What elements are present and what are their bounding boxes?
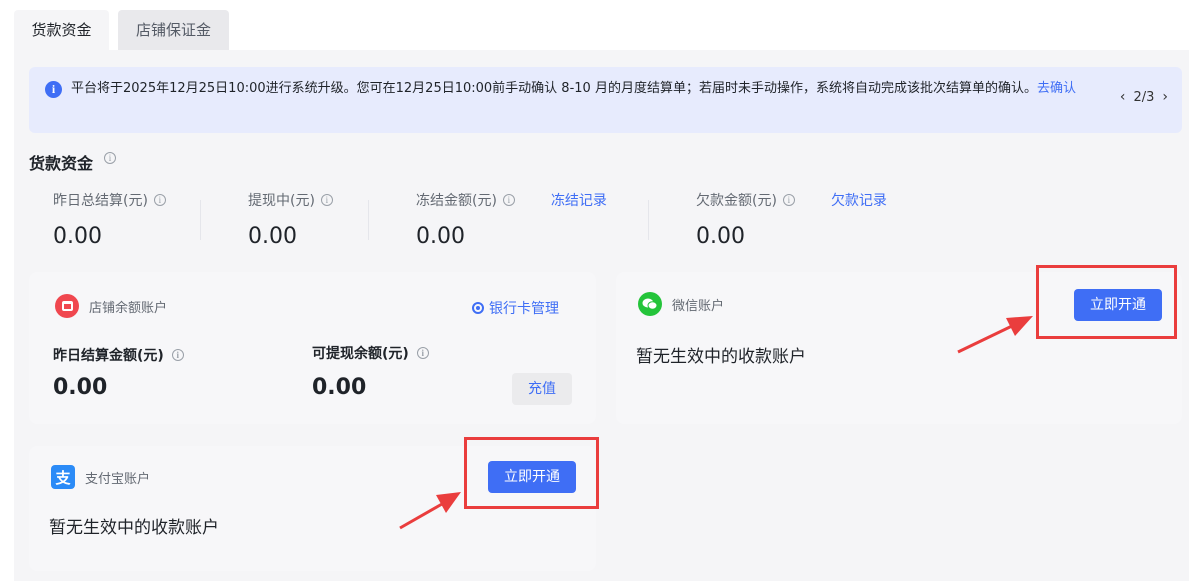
stat-value: 0.00 — [248, 224, 297, 249]
info-icon[interactable]: i — [782, 194, 795, 206]
highlight-box — [1036, 265, 1177, 339]
chevron-right-icon[interactable]: › — [1162, 89, 1168, 105]
withdrawable-value: 0.00 — [312, 375, 367, 400]
info-icon[interactable]: i — [104, 152, 116, 164]
info-icon: i — [45, 81, 62, 98]
card-header: 支 支付宝账户 — [51, 465, 150, 489]
info-icon[interactable]: i — [416, 347, 429, 359]
stat-label: 欠款金额(元) — [696, 193, 777, 209]
stat-value: 0.00 — [53, 224, 102, 249]
notice-pager: ‹ 2/3 › — [1120, 89, 1168, 105]
chevron-left-icon[interactable]: ‹ — [1120, 89, 1126, 105]
settled-label: 昨日结算金额(元) i — [53, 345, 184, 365]
card-header: 微信账户 — [638, 292, 724, 316]
tab-bar: 货款资金 店铺保证金 — [0, 0, 1189, 50]
stat-value: 0.00 — [416, 224, 465, 249]
stat-withdrawing: 提现中(元) i 0.00 — [248, 190, 333, 249]
info-icon[interactable]: i — [153, 194, 166, 206]
arrears-records-link[interactable]: 欠款记录 — [831, 190, 887, 210]
stat-yesterday-settlement: 昨日总结算(元) i 0.00 — [53, 190, 166, 249]
stat-label: 昨日总结算(元) — [53, 193, 148, 209]
info-icon[interactable]: i — [502, 194, 515, 206]
stat-frozen: 冻结金额(元) i 冻结记录 0.00 — [416, 190, 607, 249]
gear-icon — [472, 302, 484, 314]
wechat-icon — [638, 292, 662, 316]
recharge-button[interactable]: 充值 — [512, 373, 572, 405]
stat-label: 提现中(元) — [248, 193, 315, 209]
divider — [648, 200, 649, 240]
withdrawable-label-text: 可提现余额(元) — [312, 346, 409, 362]
notice-banner: i 平台将于2025年12月25日10:00进行系统升级。您可在12月25日10… — [29, 67, 1182, 133]
tab-store-deposit[interactable]: 店铺保证金 — [118, 10, 229, 50]
settled-value: 0.00 — [53, 375, 108, 400]
divider — [200, 200, 201, 240]
pager-count: 2/3 — [1133, 89, 1155, 105]
empty-account-text: 暂无生效中的收款账户 — [636, 347, 806, 367]
divider — [368, 200, 369, 240]
alipay-icon: 支 — [51, 465, 75, 489]
frozen-records-link[interactable]: 冻结记录 — [551, 190, 607, 210]
bank-link-label: 银行卡管理 — [489, 301, 559, 317]
tab-payment-funds[interactable]: 货款资金 — [14, 10, 109, 50]
withdrawable-label: 可提现余额(元) i — [312, 343, 429, 363]
settled-label-text: 昨日结算金额(元) — [53, 348, 164, 364]
section-title: 货款资金 — [29, 154, 94, 173]
card-title: 微信账户 — [672, 298, 725, 314]
bank-card-manage-link[interactable]: 银行卡管理 — [472, 298, 559, 318]
notice-text: 平台将于2025年12月25日10:00进行系统升级。您可在12月25日10:0… — [71, 78, 1111, 100]
info-icon[interactable]: i — [320, 194, 333, 206]
card-title: 支付宝账户 — [85, 471, 151, 487]
card-header: 店铺余额账户 — [55, 294, 167, 318]
notice-confirm-link[interactable]: 去确认 — [1037, 81, 1076, 96]
store-balance-card: 店铺余额账户 银行卡管理 昨日结算金额(元) i 0.00 可提现余额(元) i… — [29, 272, 596, 424]
stat-arrears: 欠款金额(元) i 欠款记录 0.00 — [696, 190, 887, 249]
empty-account-text: 暂无生效中的收款账户 — [49, 518, 219, 538]
card-title: 店铺余额账户 — [89, 300, 168, 316]
stat-label: 冻结金额(元) — [416, 193, 497, 209]
info-icon[interactable]: i — [171, 349, 184, 361]
store-icon — [55, 294, 79, 318]
notice-message: 平台将于2025年12月25日10:00进行系统升级。您可在12月25日10:0… — [71, 81, 1037, 96]
highlight-box — [464, 437, 599, 509]
stat-value: 0.00 — [696, 224, 745, 249]
